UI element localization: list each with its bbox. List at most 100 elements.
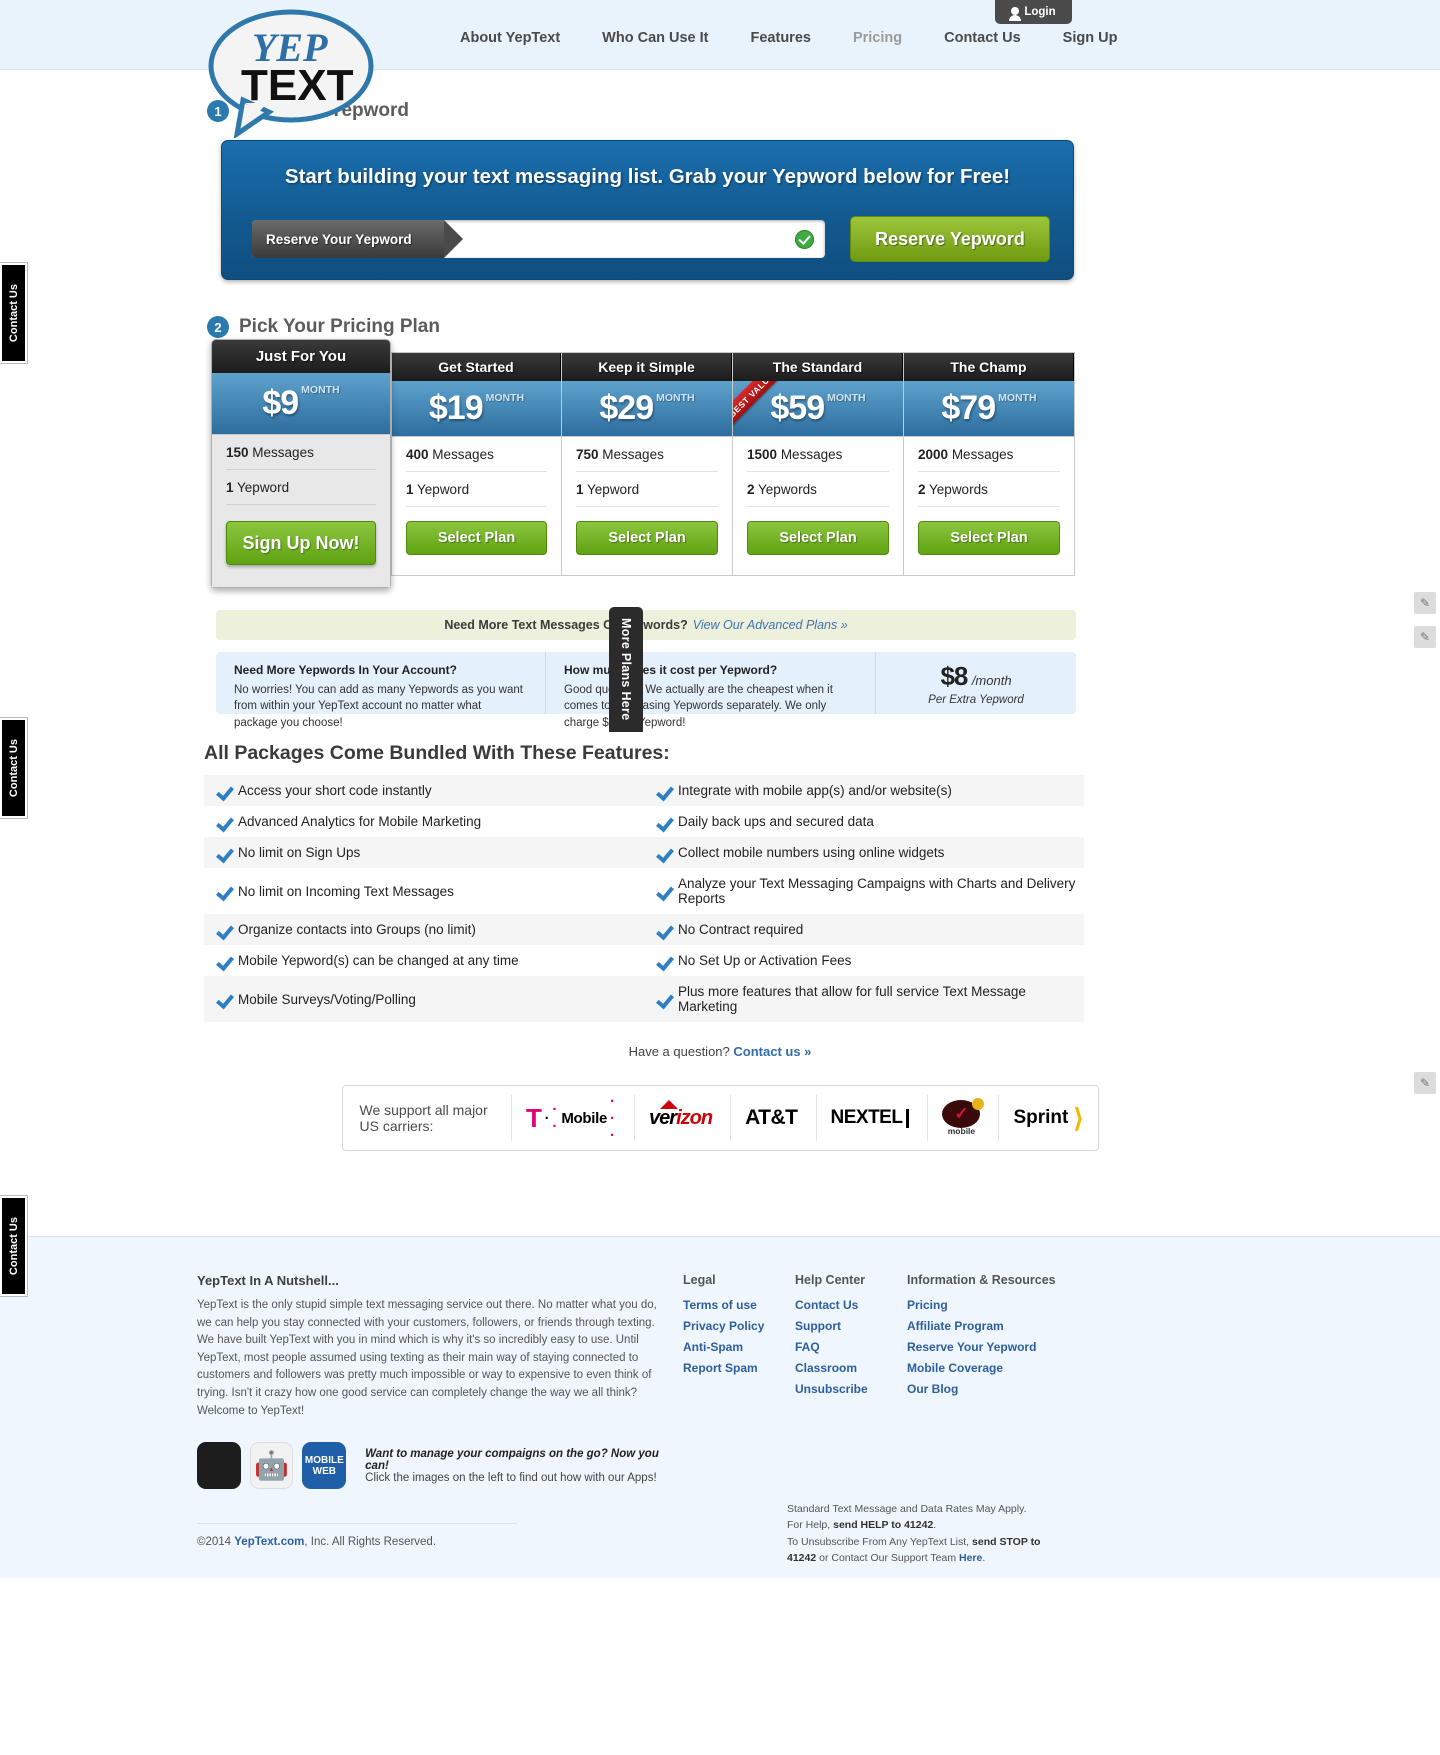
footer-link[interactable]: Pricing xyxy=(907,1298,1077,1312)
side-tab-contact-us-3[interactable]: Contact Us xyxy=(0,1196,27,1296)
footer-link[interactable]: Privacy Policy xyxy=(683,1319,795,1333)
footer-link[interactable]: Contact Us xyxy=(795,1298,907,1312)
footer-link[interactable]: Terms of use xyxy=(683,1298,795,1312)
legal-line-3b: send STOP to xyxy=(972,1535,1041,1548)
features-row: Mobile Surveys/Voting/Polling Plus more … xyxy=(204,976,1084,1022)
more-plans-tab[interactable]: More Plans Here xyxy=(609,607,643,732)
site-logo[interactable]: YEP TEXT xyxy=(207,8,375,140)
carrier-logo-nextel: NEXTEL xyxy=(815,1095,924,1141)
copyright-brand[interactable]: YepText.com xyxy=(234,1536,304,1548)
advanced-plans-link[interactable]: View Our Advanced Plans » xyxy=(693,618,848,632)
nav-item-about[interactable]: About YepText xyxy=(460,30,560,46)
nav-item-who-can-use-it[interactable]: Who Can Use It xyxy=(602,30,708,46)
mobile-web-label-2: WEB xyxy=(312,1465,336,1477)
plan-yepwords-label: Yepword xyxy=(417,482,470,497)
faq-answer: Good question! We actually are the cheap… xyxy=(564,684,833,729)
feature-item: Advanced Analytics for Mobile Marketing xyxy=(204,806,644,837)
plan-messages-label: Messages xyxy=(780,447,843,462)
nav-item-sign-up[interactable]: Sign Up xyxy=(1063,30,1118,46)
plan-price-area: BEST VALUE $59 MONTH xyxy=(733,381,903,437)
copyright-pre: ©2014 xyxy=(197,1536,235,1549)
check-icon xyxy=(656,923,670,937)
check-icon xyxy=(216,784,230,798)
yepword-input[interactable] xyxy=(444,221,795,257)
feature-item: No Set Up or Activation Fees xyxy=(644,945,1084,976)
features-title: All Packages Come Bundled With These Fea… xyxy=(204,742,670,764)
plan-messages-label: Messages xyxy=(951,447,1014,462)
side-tab-contact-us-2[interactable]: Contact Us xyxy=(0,718,27,818)
check-icon xyxy=(656,815,670,829)
plan-cta-button[interactable]: Select Plan xyxy=(576,521,718,555)
plan-price: $59 xyxy=(770,389,825,427)
plan-cta-button[interactable]: Sign Up Now! xyxy=(226,521,376,565)
plan-period: MONTH xyxy=(827,392,866,404)
plan-messages-row: 150 Messages xyxy=(226,435,376,470)
plan-yepwords-label: Yepword xyxy=(237,480,290,495)
edge-tab-icon-3[interactable]: ✎ xyxy=(1414,1072,1436,1094)
plan-yepwords-label: Yepwords xyxy=(929,482,988,497)
edge-tab-icon-2[interactable]: ✎ xyxy=(1414,626,1436,648)
plan-price-area: $29 MONTH xyxy=(562,381,732,437)
mobile-web-icon[interactable]: MOBILE WEB xyxy=(302,1442,347,1490)
features-table: Access your short code instantly Integra… xyxy=(204,775,1084,1022)
plan-yepwords-count: 1 xyxy=(226,480,234,495)
legal-line-2a: For Help, xyxy=(787,1519,834,1532)
plan-cta-button[interactable]: Select Plan xyxy=(406,521,547,555)
footer-link[interactable]: Reserve Your Yepword xyxy=(907,1340,1077,1354)
footer-link[interactable]: Unsubscribe xyxy=(795,1382,907,1396)
footer-link[interactable]: FAQ xyxy=(795,1340,907,1354)
faq-item: How much does it cost per Yepword? Good … xyxy=(546,652,876,729)
login-button[interactable]: Login xyxy=(995,0,1072,24)
footer-link[interactable]: Report Spam xyxy=(683,1361,795,1375)
plan-yepwords-count: 1 xyxy=(576,482,584,497)
footer-link[interactable]: Affiliate Program xyxy=(907,1319,1077,1333)
footer-link[interactable]: Our Blog xyxy=(907,1382,1077,1396)
edge-tab-icon-1[interactable]: ✎ xyxy=(1414,592,1436,614)
page-root: Contact Us Contact Us Contact Us ✎ ✎ ✎ L… xyxy=(0,0,1440,1579)
footer-link-columns: Legal Terms of use Privacy Policy Anti-S… xyxy=(683,1273,1077,1489)
footer-about: YepText In A Nutshell... YepText is the … xyxy=(197,1273,663,1490)
check-icon xyxy=(656,846,670,860)
side-tab-contact-us-1[interactable]: Contact Us xyxy=(0,263,27,363)
plan-messages-label: Messages xyxy=(602,447,664,462)
feature-label: No Contract required xyxy=(678,922,804,937)
footer-link[interactable]: Support xyxy=(795,1319,907,1333)
plan-cta-button[interactable]: Select Plan xyxy=(918,521,1060,555)
footer-column-legal: Legal Terms of use Privacy Policy Anti-S… xyxy=(683,1273,795,1489)
nav-item-contact-us[interactable]: Contact Us xyxy=(944,30,1021,46)
plan-price-area: $79 MONTH xyxy=(904,381,1074,437)
plan-cta-button[interactable]: Select Plan xyxy=(747,521,889,555)
nav-item-features[interactable]: Features xyxy=(751,30,811,46)
footer-column-title: Information & Resources xyxy=(907,1273,1056,1287)
side-tab-label: Contact Us xyxy=(7,283,20,343)
reserve-yepword-button[interactable]: Reserve Yepword xyxy=(850,216,1050,262)
contact-us-link[interactable]: Contact us » xyxy=(733,1044,811,1059)
footer-apps-line-1: Want to manage your compaigns on the go?… xyxy=(365,1447,659,1472)
legal-here-link[interactable]: Here xyxy=(959,1552,982,1564)
footer-link[interactable]: Anti-Spam xyxy=(683,1340,795,1354)
footer-about-title: YepText In A Nutshell... xyxy=(197,1273,339,1288)
plan-yepwords-label: Yepwords xyxy=(758,482,817,497)
plan-period: MONTH xyxy=(998,392,1037,404)
login-button-label: Login xyxy=(1024,6,1056,18)
plan-price-area: $9 MONTH xyxy=(212,373,390,435)
legal-line-2: For Help, send HELP to 41242. xyxy=(787,1517,1077,1533)
plan-body: 2000 Messages 2 Yepwords Select Plan xyxy=(904,437,1074,555)
step-2-title: Pick Your Pricing Plan xyxy=(239,316,440,337)
more-plans-tab-label: More Plans Here xyxy=(619,618,633,721)
feature-item: No limit on Incoming Text Messages xyxy=(204,868,644,914)
android-app-icon[interactable]: 🤖 xyxy=(249,1442,294,1490)
footer-link[interactable]: Classroom xyxy=(795,1361,907,1375)
check-icon xyxy=(656,784,670,798)
footer-link[interactable]: Mobile Coverage xyxy=(907,1361,1077,1375)
pricing-plan-card: Just For You $9 MONTH 150 Messages 1 Yep… xyxy=(211,339,391,588)
plan-price: $29 xyxy=(599,389,654,427)
apple-app-icon[interactable] xyxy=(197,1442,241,1490)
feature-label: No limit on Sign Ups xyxy=(238,845,361,860)
plan-yepwords-row: 1 Yepword xyxy=(226,470,376,505)
plan-yepwords-count: 2 xyxy=(918,482,926,497)
footer-top: YepText In A Nutshell... YepText is the … xyxy=(197,1273,1077,1490)
nav-item-pricing[interactable]: Pricing xyxy=(853,30,902,46)
main-navigation: About YepText Who Can Use It Features Pr… xyxy=(460,30,1117,46)
plan-body: 150 Messages 1 Yepword Sign Up Now! xyxy=(212,435,390,587)
